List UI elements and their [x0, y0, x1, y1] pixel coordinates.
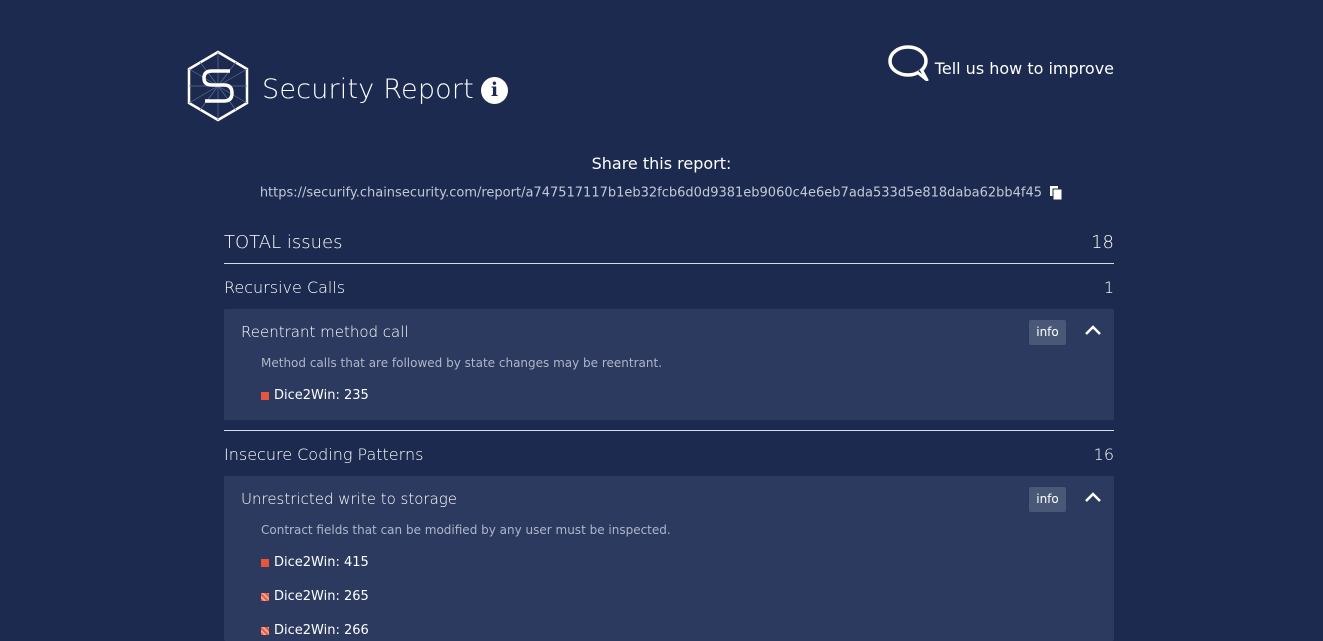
page-title: Security Report [262, 74, 474, 105]
category-name: Insecure Coding Patterns [224, 445, 424, 464]
info-button[interactable]: info [1029, 320, 1066, 345]
total-issues-row: TOTAL issues 18 [224, 231, 1114, 264]
finding-label: Dice2Win: 265 [274, 589, 369, 604]
feedback-label: Tell us how to improve [934, 59, 1114, 78]
finding-label: Dice2Win: 415 [274, 555, 369, 570]
feedback-link[interactable]: Tell us how to improve [887, 45, 1114, 81]
share-url[interactable]: https://securify.chainsecurity.com/repor… [260, 186, 1042, 201]
chevron-up-icon[interactable] [1084, 323, 1102, 337]
finding-label: Dice2Win: 266 [274, 623, 369, 638]
finding-item[interactable]: Dice2Win: 265 [261, 589, 369, 604]
finding-item[interactable]: Dice2Win: 266 [261, 623, 369, 638]
severity-square-icon [261, 558, 269, 567]
total-label: TOTAL issues [224, 231, 343, 253]
info-button[interactable]: info [1029, 487, 1066, 512]
category-recursive-calls: Recursive Calls 1 [224, 278, 1114, 297]
issue-card: Reentrant method call info Method calls … [224, 309, 1114, 420]
issue-title: Unrestricted write to storage [241, 490, 457, 508]
issue-description: Contract fields that can be modified by … [261, 523, 671, 537]
share-title: Share this report: [591, 154, 732, 173]
category-insecure-coding-patterns: Insecure Coding Patterns 16 [224, 445, 1114, 464]
issue-description: Method calls that are followed by state … [261, 356, 663, 370]
issue-card: Unrestricted write to storage info Contr… [224, 476, 1114, 641]
copy-icon[interactable] [1049, 185, 1063, 201]
category-name: Recursive Calls [224, 278, 346, 297]
category-count: 1 [1103, 278, 1114, 297]
finding-item[interactable]: Dice2Win: 235 [261, 388, 369, 403]
severity-square-icon [261, 626, 269, 635]
speech-bubble-icon [888, 45, 929, 81]
info-circle-icon[interactable]: i [481, 77, 508, 104]
finding-item[interactable]: Dice2Win: 415 [261, 555, 369, 570]
divider [224, 430, 1114, 431]
finding-label: Dice2Win: 235 [274, 388, 369, 403]
issue-title: Reentrant method call [241, 323, 409, 341]
total-count: 18 [1091, 231, 1114, 253]
severity-square-icon [261, 592, 269, 601]
category-count: 16 [1093, 445, 1114, 464]
chevron-up-icon[interactable] [1084, 490, 1102, 504]
securify-logo-icon [187, 50, 249, 122]
severity-square-icon [261, 391, 269, 400]
